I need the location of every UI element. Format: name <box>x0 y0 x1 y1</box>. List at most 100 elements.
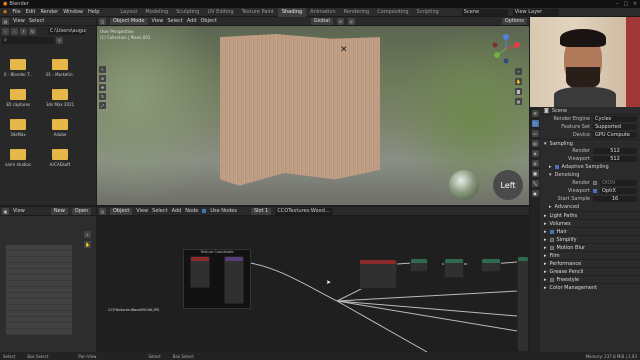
filter-icon[interactable]: ⚲ <box>56 37 63 44</box>
freestyle-checkbox[interactable] <box>549 277 554 282</box>
tab-scripting[interactable]: Scripting <box>413 8 443 17</box>
refresh-icon[interactable]: ↻ <box>29 27 36 35</box>
tab-compositing[interactable]: Compositing <box>373 8 412 17</box>
search-input[interactable]: ⌕ <box>2 37 54 44</box>
list-item[interactable]: 3dsMax <box>4 119 32 137</box>
back-arrow-icon[interactable]: ‹ <box>2 27 9 35</box>
list-item[interactable]: 3ds Max 2021 <box>46 89 74 107</box>
menu-render[interactable]: Render <box>40 9 58 15</box>
mode-selector[interactable]: Object Mode <box>110 17 148 25</box>
volumes-section[interactable]: ▸ Volumes <box>541 219 640 227</box>
simplify-checkbox[interactable] <box>549 237 554 242</box>
render-icon[interactable]: ◰ <box>531 120 539 127</box>
forward-arrow-icon[interactable]: › <box>11 27 18 35</box>
motion-blur-checkbox[interactable] <box>549 245 554 250</box>
hand-icon[interactable]: ✋ <box>515 78 522 85</box>
list-item[interactable]: 01 - Marketin... <box>46 59 74 77</box>
blender-menu-icon[interactable]: ◉ <box>3 9 7 15</box>
light-paths-section[interactable]: ▸ Light Paths <box>541 211 640 219</box>
invert-node[interactable] <box>481 258 501 272</box>
proportional-edit-icon[interactable]: ◎ <box>347 17 355 25</box>
viewport-options-button[interactable]: Options <box>501 17 527 25</box>
sampling-section[interactable]: ▾ Sampling <box>541 139 640 147</box>
menu-help[interactable]: Help <box>88 9 99 15</box>
shader-add-menu[interactable]: Add <box>172 208 182 214</box>
film-section[interactable]: ▸ Film <box>541 251 640 259</box>
zoom-icon[interactable]: ⌕ <box>515 68 522 75</box>
path-field[interactable]: C:\Users\august\... <box>48 27 86 35</box>
denoise-viewport-checkbox[interactable] <box>593 189 597 193</box>
list-item[interactable]: anim studios <box>4 149 32 167</box>
3d-viewport[interactable]: User Perspective (1) Collection | Plane.… <box>97 26 529 205</box>
orientation-selector[interactable]: Global <box>310 17 333 25</box>
adaptive-sampling-checkbox[interactable] <box>554 165 559 169</box>
navigation-gizmo[interactable] <box>491 34 521 64</box>
editor-type-icon[interactable]: ◫ <box>99 17 106 25</box>
tab-shading[interactable]: Shading <box>277 7 307 17</box>
file-select-menu[interactable]: Select <box>29 18 44 24</box>
tool-icon[interactable]: ⚒ <box>531 110 539 117</box>
material-icon[interactable]: ● <box>531 190 539 197</box>
tab-sculpting[interactable]: Sculpting <box>172 8 203 17</box>
scene-icon[interactable]: ◈ <box>531 150 539 157</box>
snap-icon[interactable]: ⊙ <box>336 17 344 25</box>
image-texture-node[interactable] <box>359 259 397 289</box>
performance-section[interactable]: ▸ Performance <box>541 259 640 267</box>
tab-texture-paint[interactable]: Texture Paint <box>238 8 278 17</box>
move-tool-icon[interactable]: ✥ <box>99 84 106 91</box>
image-canvas[interactable] <box>6 245 72 335</box>
camera-icon[interactable]: ◙ <box>515 88 522 95</box>
wood-slat-mesh[interactable] <box>220 34 380 186</box>
denoise-render-checkbox[interactable] <box>593 181 597 185</box>
render-samples-field[interactable]: 512 <box>593 148 637 154</box>
color-ramp-node[interactable] <box>444 258 464 278</box>
list-item[interactable]: 0 - Blender T... <box>4 59 32 77</box>
tab-modeling[interactable]: Modeling <box>141 8 172 17</box>
motion-blur-section[interactable]: ▸ Motion Blur <box>541 243 640 251</box>
shader-node-editor[interactable]: Texture Coordinate CC0Textures:Wood05O4K… <box>97 216 529 352</box>
color-management-section[interactable]: ▸ Color Management <box>541 283 640 291</box>
select-tool-icon[interactable]: ↖ <box>99 66 106 73</box>
menu-file[interactable]: File <box>12 9 20 15</box>
viewport-select-menu[interactable]: Select <box>167 18 182 24</box>
modifier-icon[interactable]: 🔧 <box>531 180 539 187</box>
menu-edit[interactable]: Edit <box>26 9 36 15</box>
slot-select[interactable]: Slot 1 <box>250 207 272 215</box>
viewport-view-menu[interactable]: View <box>152 18 164 24</box>
editor-type-icon[interactable]: ◎ <box>99 207 106 215</box>
render-engine-select[interactable]: Cycles <box>593 116 637 122</box>
image-view-menu[interactable]: View <box>13 208 25 214</box>
freestyle-section[interactable]: ▸ Freestyle <box>541 275 640 283</box>
use-nodes-checkbox[interactable] <box>202 209 207 213</box>
viewport-object-menu[interactable]: Object <box>201 18 217 24</box>
parent-dir-icon[interactable]: ↑ <box>20 27 27 35</box>
tab-layout[interactable]: Layout <box>116 8 141 17</box>
hand-icon[interactable]: ✋ <box>84 241 91 248</box>
grease-pencil-section[interactable]: ▸ Grease Pencil <box>541 267 640 275</box>
shader-select-menu[interactable]: Select <box>152 208 167 214</box>
list-item[interactable]: ArCADsoft <box>46 149 74 167</box>
world-icon[interactable]: ◍ <box>531 160 539 167</box>
viewport-add-menu[interactable]: Add <box>187 18 197 24</box>
device-select[interactable]: GPU Compute <box>593 132 637 138</box>
object-icon[interactable]: ■ <box>531 170 539 177</box>
hair-checkbox[interactable] <box>549 229 554 234</box>
scale-tool-icon[interactable]: ⤢ <box>99 102 106 109</box>
viewport-samples-field[interactable]: 512 <box>593 156 637 162</box>
shader-view-menu[interactable]: View <box>136 208 148 214</box>
output-icon[interactable]: ▭ <box>531 130 539 137</box>
hair-section[interactable]: ▸ Hair <box>541 227 640 235</box>
denoise-viewport-select[interactable]: OptiX <box>600 188 637 194</box>
file-view-menu[interactable]: View <box>13 18 25 24</box>
menu-window[interactable]: Window <box>63 9 83 15</box>
new-image-button[interactable]: New <box>50 207 68 215</box>
shader-type-select[interactable]: Object <box>110 207 133 215</box>
view-layer-icon[interactable]: ▤ <box>531 140 539 147</box>
denoising-row[interactable]: ▾ Denoising <box>541 171 640 179</box>
advanced-row[interactable]: ▸ Advanced <box>541 203 640 211</box>
shader-node-menu[interactable]: Node <box>185 208 198 214</box>
principled-bsdf-node[interactable] <box>517 256 529 352</box>
mapping-node[interactable] <box>224 256 244 304</box>
scene-selector[interactable]: Scene <box>461 8 508 16</box>
zoom-icon[interactable]: ⌕ <box>84 231 91 238</box>
